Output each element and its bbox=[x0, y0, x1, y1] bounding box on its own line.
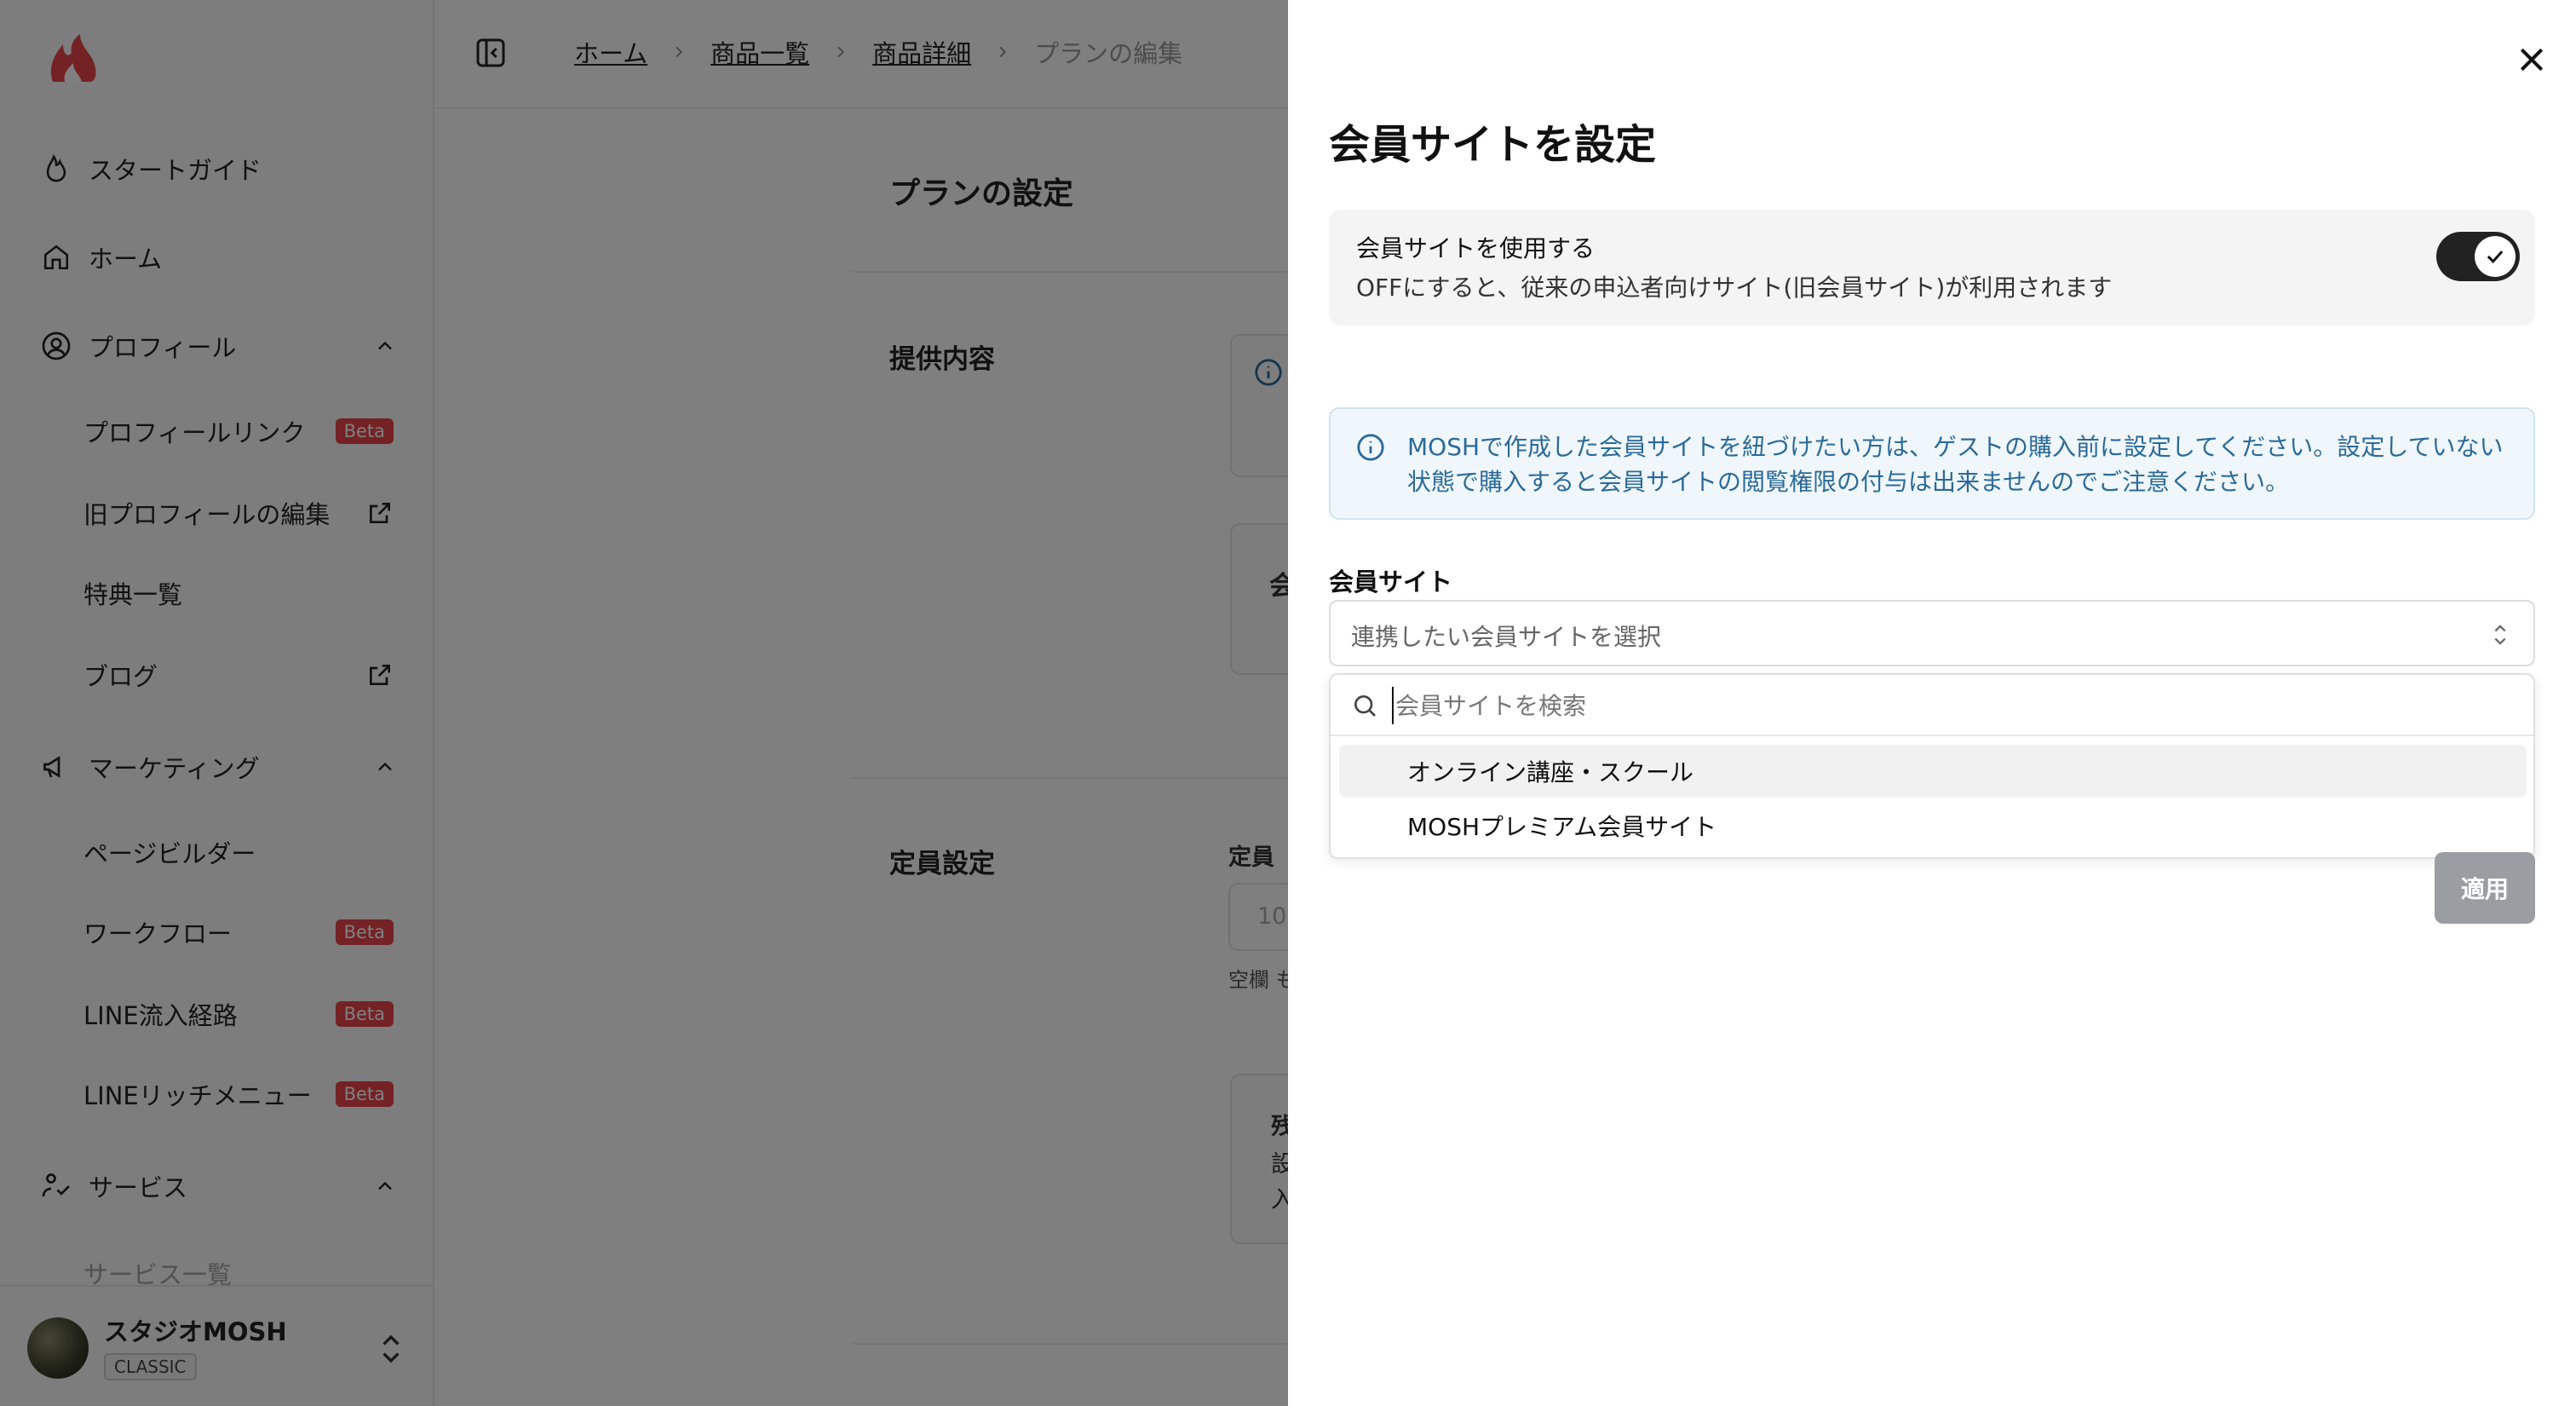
member-site-dropdown: オンライン講座・スクール MOSHプレミアム会員サイト bbox=[1329, 673, 2535, 859]
sheet-title: 会員サイトを設定 bbox=[1329, 121, 1657, 169]
apply-button[interactable]: 適用 bbox=[2435, 852, 2535, 924]
toggle-title: 会員サイトを使用する bbox=[1356, 234, 1596, 262]
dropdown-search bbox=[1331, 675, 2533, 736]
member-site-settings-sheet: 会員サイトを設定 会員サイトを使用する OFFにすると、従来の申込者向けサイト(… bbox=[1288, 0, 2576, 1406]
member-site-label: 会員サイト bbox=[1329, 568, 1453, 596]
dropdown-option[interactable]: オンライン講座・スクール bbox=[1339, 745, 2527, 798]
check-icon bbox=[2487, 251, 2504, 264]
close-icon[interactable] bbox=[2515, 43, 2549, 77]
chevron-updown-icon bbox=[2494, 625, 2506, 645]
modal-overlay[interactable] bbox=[0, 0, 1288, 1406]
toggle-description: OFFにすると、従来の申込者向けサイト(旧会員サイト)が利用されます bbox=[1356, 274, 2113, 302]
toggle-knob bbox=[2475, 236, 2516, 277]
dropdown-option[interactable]: MOSHプレミアム会員サイト bbox=[1339, 799, 2527, 852]
member-site-select[interactable]: 連携したい会員サイトを選択 bbox=[1329, 600, 2535, 666]
select-placeholder: 連携したい会員サイトを選択 bbox=[1351, 623, 1662, 651]
search-icon bbox=[1354, 695, 1376, 717]
info-text: MOSHで作成した会員サイトを紐づけたい方は、ゲストの購入前に設定してください。… bbox=[1407, 433, 2504, 496]
info-icon bbox=[1357, 434, 1384, 461]
info-alert: MOSHで作成した会員サイトを紐づけたい方は、ゲストの購入前に設定してください。… bbox=[1329, 407, 2535, 520]
search-input[interactable] bbox=[1392, 687, 2499, 724]
use-member-site-card: 会員サイトを使用する OFFにすると、従来の申込者向けサイト(旧会員サイト)が利… bbox=[1329, 210, 2535, 326]
use-member-site-toggle[interactable] bbox=[2436, 232, 2520, 281]
